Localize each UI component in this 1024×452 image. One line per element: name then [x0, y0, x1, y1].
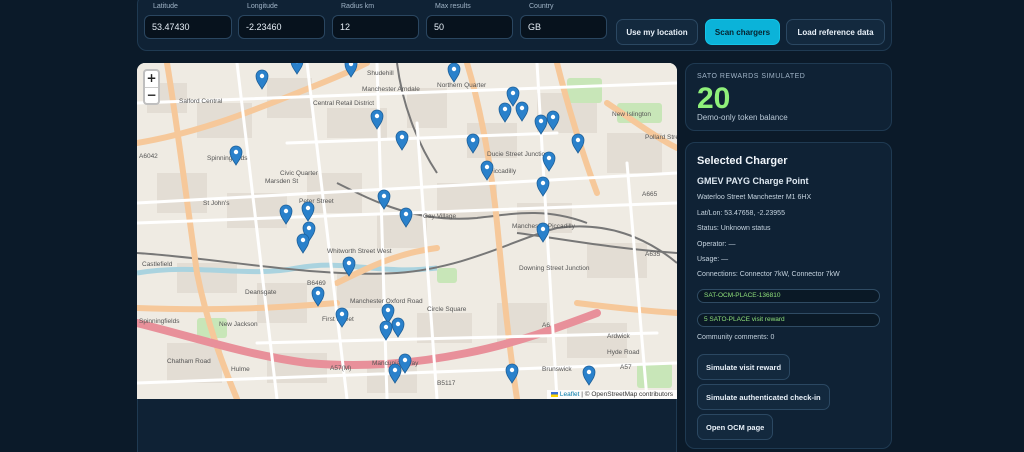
map-tiles[interactable]: Salford Central Central Retail District Ma… — [137, 63, 677, 399]
radius-field-group: Radius km — [332, 1, 419, 39]
map-place-label: A6 — [542, 322, 550, 329]
scan-chargers-button[interactable]: Scan chargers — [705, 19, 780, 45]
map-place-label: Civic Quarter — [280, 170, 319, 177]
map-place-label: Salford Central — [179, 98, 223, 105]
use-my-location-button[interactable]: Use my location — [616, 19, 698, 45]
map-place-label: Spinningfields — [139, 318, 180, 325]
map-panel-footer — [137, 399, 677, 452]
simulate-check-in-button[interactable]: Simulate authenticated check-in — [697, 384, 830, 410]
place-id-chip: SAT-OCM-PLACE-136810 — [697, 289, 880, 303]
map-place-label: Ducie Street Junction — [487, 151, 549, 158]
charger-usage: Usage: — — [697, 256, 729, 263]
map-place-label: Ardwick — [607, 333, 631, 340]
open-ocm-page-button[interactable]: Open OCM page — [697, 414, 774, 440]
map-place-label: A665 — [642, 191, 658, 198]
map-place-label: Gay Village — [423, 213, 457, 220]
ukraine-flag-icon — [550, 391, 558, 397]
search-form-bar: Latitude Longitude Radius km Max results… — [137, 0, 892, 51]
map-place-label: Circle Square — [427, 306, 467, 313]
rewards-subtitle: Demo-only token balance — [697, 113, 788, 122]
map-place-label: Chatham Road — [167, 358, 211, 365]
country-field-group: Country — [520, 1, 607, 39]
radius-label: Radius km — [341, 3, 375, 10]
map-place-label: Downing Street Junction — [519, 265, 590, 272]
country-input[interactable] — [520, 15, 607, 39]
map-place-label: Northern Quarter — [437, 82, 487, 89]
load-reference-data-button[interactable]: Load reference data — [786, 19, 885, 45]
simulate-visit-reward-button[interactable]: Simulate visit reward — [697, 354, 791, 380]
osm-attribution: | © OpenStreetMap contributors — [579, 391, 673, 398]
visit-reward-chip: 5 SATO-PLACE visit reward — [697, 313, 880, 327]
map-place-label: St John's — [203, 200, 230, 207]
community-comments: Community comments: 0 — [697, 334, 775, 341]
zoom-out-button[interactable]: − — [145, 87, 158, 103]
rewards-panel: SATO REWARDS SIMULATED 20 Demo-only toke… — [685, 63, 892, 131]
map-place-label: Manchester Arndale — [362, 86, 420, 93]
map-place-label: Spinningfields — [207, 155, 248, 162]
map-place-label: Whitworth Street West — [327, 248, 392, 255]
radius-input[interactable] — [332, 15, 419, 39]
map-place-label: Shudehill — [367, 70, 394, 77]
map-attribution: Leaflet | © OpenStreetMap contributors — [546, 390, 677, 399]
map-place-label: A6042 — [139, 153, 158, 160]
charger-connections: Connections: Connector 7kW, Connector 7k… — [697, 271, 840, 278]
charger-status: Status: Unknown status — [697, 225, 771, 232]
map-place-label: New Islington — [612, 111, 651, 118]
charger-latlon: Lat/Lon: 53.47658, -2.23955 — [697, 210, 785, 217]
selected-charger-panel: Selected Charger GMEV PAYG Charge Point … — [685, 142, 892, 449]
map-place-label: A57 — [620, 364, 632, 371]
zoom-in-button[interactable]: + — [145, 71, 158, 87]
map-place-label: A635 — [645, 251, 661, 258]
rewards-title: SATO REWARDS SIMULATED — [697, 73, 806, 80]
country-label: Country — [529, 3, 554, 10]
charger-operator: Operator: — — [697, 241, 736, 248]
map-place-label: Central Retail District — [313, 100, 374, 107]
latitude-label: Latitude — [153, 3, 178, 10]
latitude-input[interactable] — [144, 15, 232, 39]
map-place-label: New Jackson — [219, 321, 258, 328]
map-place-label: B5117 — [437, 380, 456, 387]
latitude-field-group: Latitude — [144, 1, 232, 39]
map-place-label: Piccadilly — [489, 168, 517, 175]
longitude-input[interactable] — [238, 15, 325, 39]
max-results-field-group: Max results — [426, 1, 513, 39]
charger-map[interactable]: Salford Central Central Retail District Ma… — [137, 63, 677, 399]
max-results-input[interactable] — [426, 15, 513, 39]
selected-charger-heading: Selected Charger — [697, 155, 788, 167]
map-place-label: Deansgate — [245, 289, 277, 296]
charger-address: Waterloo Street Manchester M1 6HX — [697, 194, 812, 201]
map-place-label: B6469 — [307, 280, 326, 287]
map-place-label: Brunswick — [542, 366, 572, 373]
longitude-label: Longitude — [247, 3, 278, 10]
map-place-label: Pollard Street — [645, 134, 677, 141]
max-results-label: Max results — [435, 3, 471, 10]
zoom-control: + − — [143, 69, 160, 105]
map-place-label: Hulme — [231, 366, 250, 373]
charger-name: GMEV PAYG Charge Point — [697, 176, 809, 186]
longitude-field-group: Longitude — [238, 1, 325, 39]
rewards-value: 20 — [697, 82, 731, 115]
leaflet-link[interactable]: Leaflet — [560, 391, 580, 398]
map-place-label: Castlefield — [142, 261, 173, 268]
map-place-label: A57(M) — [330, 365, 351, 372]
map-place-label: Marsden St — [265, 178, 298, 185]
map-place-label: Hyde Road — [607, 349, 640, 356]
